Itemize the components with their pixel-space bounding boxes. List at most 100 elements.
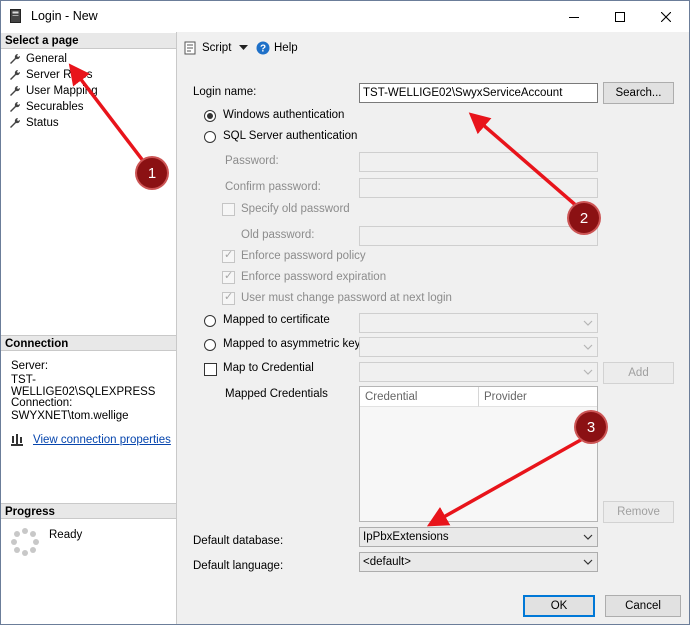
mapped-cert-label: Mapped to certificate	[223, 314, 330, 326]
sql-auth-radio[interactable]	[204, 131, 216, 143]
mapped-credentials-grid[interactable]: Credential Provider	[359, 386, 598, 522]
select-page-header: Select a page	[1, 33, 176, 49]
server-label: Server:	[11, 360, 49, 372]
grid-header-provider[interactable]: Provider	[479, 387, 597, 407]
wrench-icon	[10, 101, 21, 112]
ok-button[interactable]: OK	[523, 595, 595, 617]
page-item-label: Status	[26, 117, 59, 129]
old-password-label: Old password:	[241, 229, 315, 241]
must-change-checkbox	[222, 290, 235, 305]
close-icon	[661, 11, 671, 22]
password-label: Password:	[225, 155, 279, 167]
script-icon	[184, 41, 196, 55]
main-pane: Script ? Help Login name: TST-WELLIGE02\…	[177, 32, 689, 624]
wrench-icon	[10, 69, 21, 80]
enforce-policy-label: Enforce password policy	[241, 250, 366, 262]
sql-server-icon	[10, 9, 21, 23]
annotation-badge-3: 3	[576, 412, 606, 442]
enforce-expiration-label: Enforce password expiration	[241, 271, 387, 283]
toolbar: Script ? Help	[177, 32, 689, 64]
close-button[interactable]	[643, 1, 689, 32]
script-dropdown-icon[interactable]	[239, 45, 248, 51]
help-icon: ?	[256, 41, 270, 55]
annotation-badge-2: 2	[569, 203, 599, 233]
grid-header-credential[interactable]: Credential	[360, 387, 479, 407]
view-connection-properties-link[interactable]: View connection properties	[33, 434, 171, 446]
page-item-status[interactable]: Status	[9, 115, 59, 131]
progress-header: Progress	[1, 503, 176, 519]
wrench-icon	[10, 85, 21, 96]
certificate-select	[359, 313, 598, 333]
title-bar: Login - New	[1, 1, 689, 32]
help-button[interactable]: ? Help	[256, 41, 298, 55]
svg-text:?: ?	[260, 44, 266, 55]
left-pane: Select a page General Server Roles User …	[1, 32, 177, 624]
progress-spinner-icon	[11, 528, 39, 556]
windows-auth-label: Windows authentication	[223, 109, 345, 121]
mapped-credentials-label: Mapped Credentials	[225, 388, 328, 400]
page-item-label: User Mapping	[26, 85, 98, 97]
progress-status: Ready	[49, 529, 83, 541]
confirm-password-label: Confirm password:	[225, 181, 321, 193]
default-language-value: <default>	[363, 556, 411, 568]
page-item-label: Server Roles	[26, 69, 93, 81]
confirm-password-field	[359, 178, 598, 198]
help-label: Help	[274, 42, 298, 54]
login-new-dialog: Login - New Select a page General Server…	[0, 0, 690, 625]
login-name-label: Login name:	[193, 86, 257, 98]
default-database-value: IpPbxExtensions	[363, 531, 449, 543]
specify-old-password-label: Specify old password	[241, 203, 350, 215]
connection-value: SWYXNET\tom.wellige	[11, 410, 129, 422]
default-database-select[interactable]: IpPbxExtensions	[359, 527, 598, 547]
login-name-input[interactable]: TST-WELLIGE02\SwyxServiceAccount	[359, 83, 598, 103]
connection-header: Connection	[1, 335, 176, 351]
asym-key-select	[359, 337, 598, 357]
server-value: TST-WELLIGE02\SQLEXPRESS	[11, 374, 156, 398]
script-label: Script	[202, 42, 232, 54]
view-connection-properties-row: View connection properties	[11, 433, 171, 447]
specify-old-password-checkbox	[222, 203, 235, 216]
enforce-expiration-checkbox	[222, 269, 235, 284]
dialog-buttons: OK Cancel	[177, 585, 689, 624]
maximize-icon	[615, 11, 625, 22]
mapped-asym-key-label: Mapped to asymmetric key	[223, 338, 361, 350]
window-title: Login - New	[31, 9, 98, 23]
search-button[interactable]: Search...	[603, 82, 674, 104]
password-field	[359, 152, 598, 172]
chevron-down-icon	[583, 369, 593, 375]
credential-select	[359, 362, 598, 382]
page-item-label: Securables	[26, 101, 84, 113]
chevron-down-icon	[583, 344, 593, 350]
cancel-button[interactable]: Cancel	[605, 595, 681, 617]
enforce-policy-checkbox	[222, 248, 235, 263]
page-item-general[interactable]: General	[9, 51, 67, 67]
must-change-label: User must change password at next login	[241, 292, 452, 304]
script-button[interactable]: Script	[184, 41, 231, 55]
chevron-down-icon	[583, 559, 593, 565]
minimize-button[interactable]	[551, 1, 597, 32]
old-password-field	[359, 226, 598, 246]
general-page-panel: Login name: TST-WELLIGE02\SwyxServiceAcc…	[177, 72, 689, 612]
default-language-label: Default language:	[193, 560, 284, 572]
mapped-asym-key-radio[interactable]	[204, 339, 216, 351]
chevron-down-icon	[583, 320, 593, 326]
chevron-down-icon	[583, 534, 593, 540]
maximize-button[interactable]	[597, 1, 643, 32]
connection-label: Connection:	[11, 397, 73, 409]
add-button[interactable]: Add	[603, 362, 674, 384]
default-language-select[interactable]: <default>	[359, 552, 598, 572]
map-credential-checkbox[interactable]	[204, 363, 217, 376]
sql-auth-label: SQL Server authentication	[223, 130, 358, 142]
connection-properties-icon	[11, 434, 23, 446]
mapped-cert-radio[interactable]	[204, 315, 216, 327]
wrench-icon	[10, 117, 21, 128]
page-item-server-roles[interactable]: Server Roles	[9, 67, 92, 83]
remove-button[interactable]: Remove	[603, 501, 674, 523]
page-item-securables[interactable]: Securables	[9, 99, 84, 115]
annotation-badge-1: 1	[137, 158, 167, 188]
minimize-icon	[569, 16, 579, 18]
windows-auth-radio[interactable]	[204, 110, 216, 122]
wrench-icon	[10, 53, 21, 64]
default-database-label: Default database:	[193, 535, 284, 547]
page-item-user-mapping[interactable]: User Mapping	[9, 83, 98, 99]
